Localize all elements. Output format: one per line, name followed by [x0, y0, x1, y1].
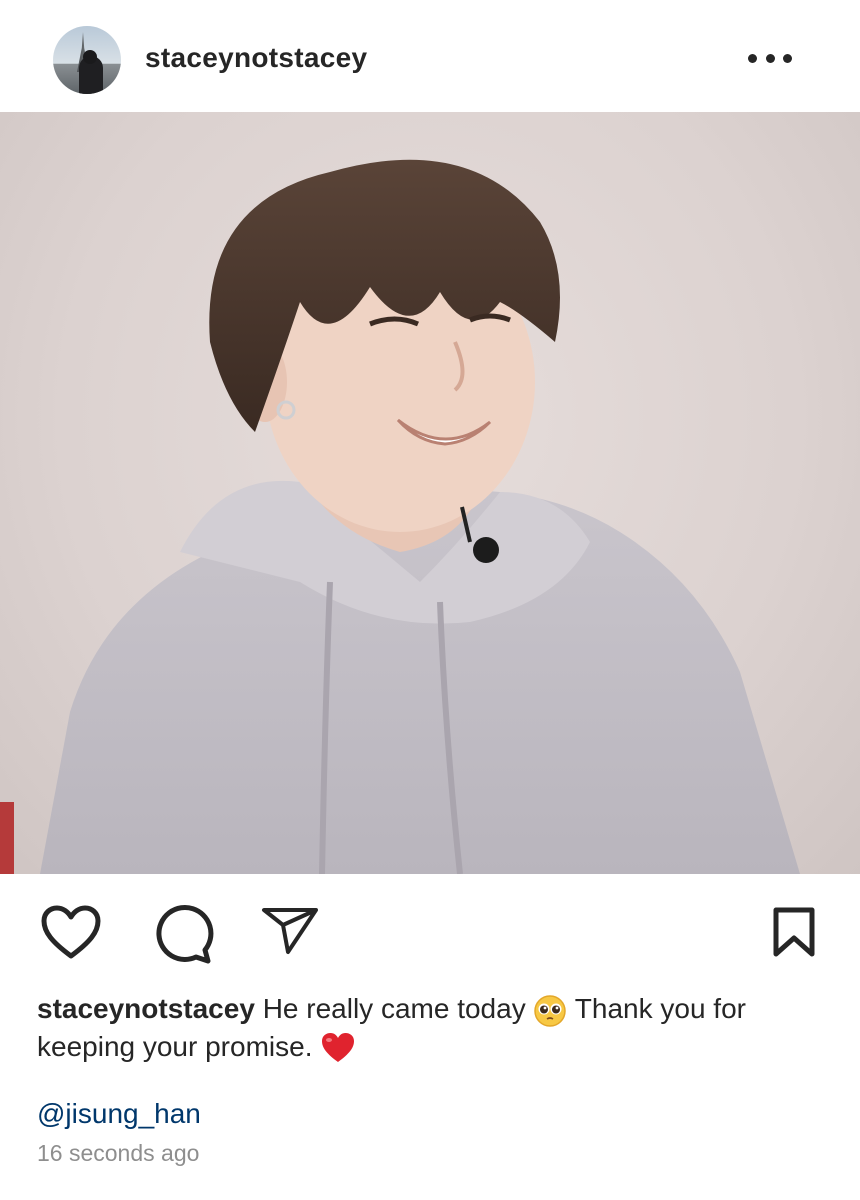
caption-text-1: He really came today	[262, 993, 526, 1024]
dot-icon	[765, 53, 775, 63]
comment-icon[interactable]	[152, 904, 214, 964]
person-head	[83, 50, 97, 64]
more-options-icon[interactable]	[748, 44, 792, 72]
mention-link[interactable]: @jisung_han	[37, 1098, 201, 1130]
post-caption: staceynotstacey He really came today Tha…	[37, 990, 817, 1065]
photo-illustration	[0, 159, 800, 874]
dot-icon	[783, 53, 792, 63]
caption-username[interactable]: staceynotstacey	[37, 993, 255, 1024]
dot-icon	[748, 53, 757, 63]
red-heart-emoji-icon	[322, 1033, 355, 1063]
post-photo[interactable]	[0, 112, 860, 874]
avatar[interactable]	[53, 26, 121, 94]
send-icon[interactable]	[260, 906, 320, 956]
post-timestamp: 16 seconds ago	[37, 1140, 200, 1166]
heart-icon[interactable]	[40, 904, 102, 960]
action-bar	[0, 874, 860, 984]
pleading-face-emoji-icon	[534, 994, 567, 1027]
bookmark-icon[interactable]	[772, 906, 816, 958]
post-username[interactable]: staceynotstacey	[145, 42, 367, 74]
post-header: staceynotstacey	[0, 0, 860, 112]
